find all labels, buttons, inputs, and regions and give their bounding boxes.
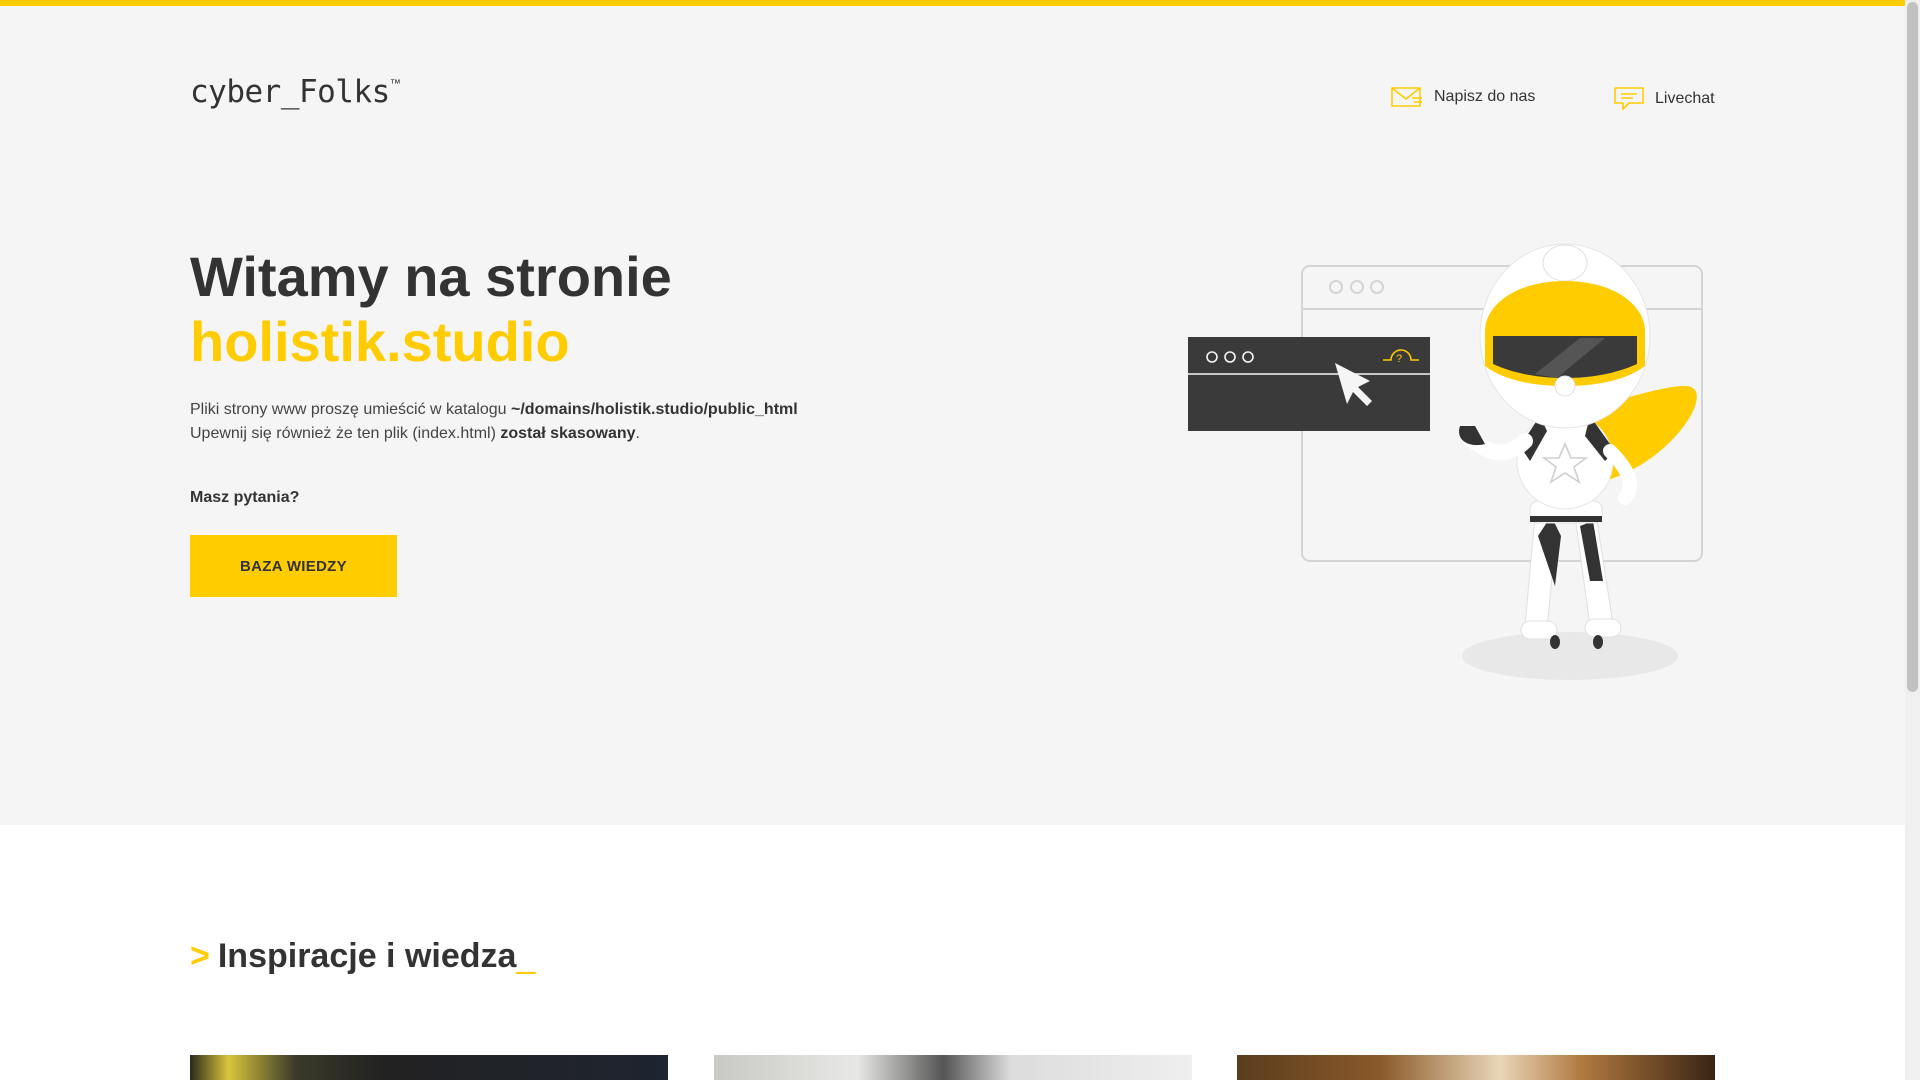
instructions: Pliki strony www proszę umieścić w katal… [190,398,798,446]
page-title: Witamy na stronie holistik.studio [190,244,672,374]
section-title: > Inspiracje i wiedza_ [190,937,535,976]
knowledge-base-button[interactable]: BAZA WIEDZY [190,535,397,597]
instructions-text: . [635,425,640,442]
svg-text:?: ? [1396,353,1402,365]
instructions-line-1: Pliki strony www proszę umieścić w katal… [190,398,798,422]
logo[interactable]: cyber_Folks™ [190,74,401,110]
title-domain: holistik.studio [190,310,570,373]
livechat-link[interactable]: Livechat [1613,86,1715,112]
contact-link-label: Napisz do nas [1434,88,1536,105]
instructions-text: Upewnij się również że ten plik (index.h… [190,425,501,442]
article-card-3[interactable] [1237,1055,1715,1080]
livechat-link-label: Livechat [1655,90,1715,107]
contact-link[interactable]: Napisz do nas [1390,86,1535,108]
section-title-suffix: _ [516,937,536,975]
deleted-note: został skasowany [500,425,636,442]
logo-text: cyber_Folks [190,74,390,110]
article-card-1[interactable] [190,1055,668,1080]
questions-label: Masz pytania? [190,489,300,506]
mail-icon [1391,87,1422,107]
instructions-line-2: Upewnij się również że ten plik (index.h… [190,422,798,446]
title-line: Witamy na stronie [190,245,672,308]
scrollbar-thumb[interactable] [1907,2,1918,692]
public-html-path: ~/domains/holistik.studio/public_html [511,401,798,418]
article-card-2[interactable] [714,1055,1192,1080]
chat-icon [1614,87,1644,110]
instructions-text: Pliki strony www proszę umieścić w katal… [190,401,511,418]
inspiration-section: > Inspiracje i wiedza_ [0,825,1905,1080]
robot-illustration: ? [1188,243,1703,680]
section-title-text: Inspiracje i wiedza [217,937,517,975]
page-scrollbar[interactable] [1905,0,1920,1080]
logo-tm: ™ [389,78,401,90]
hero-section: cyber_Folks™ Napisz do nas Livechat Wita… [0,6,1905,825]
section-title-prefix: > [190,937,210,975]
